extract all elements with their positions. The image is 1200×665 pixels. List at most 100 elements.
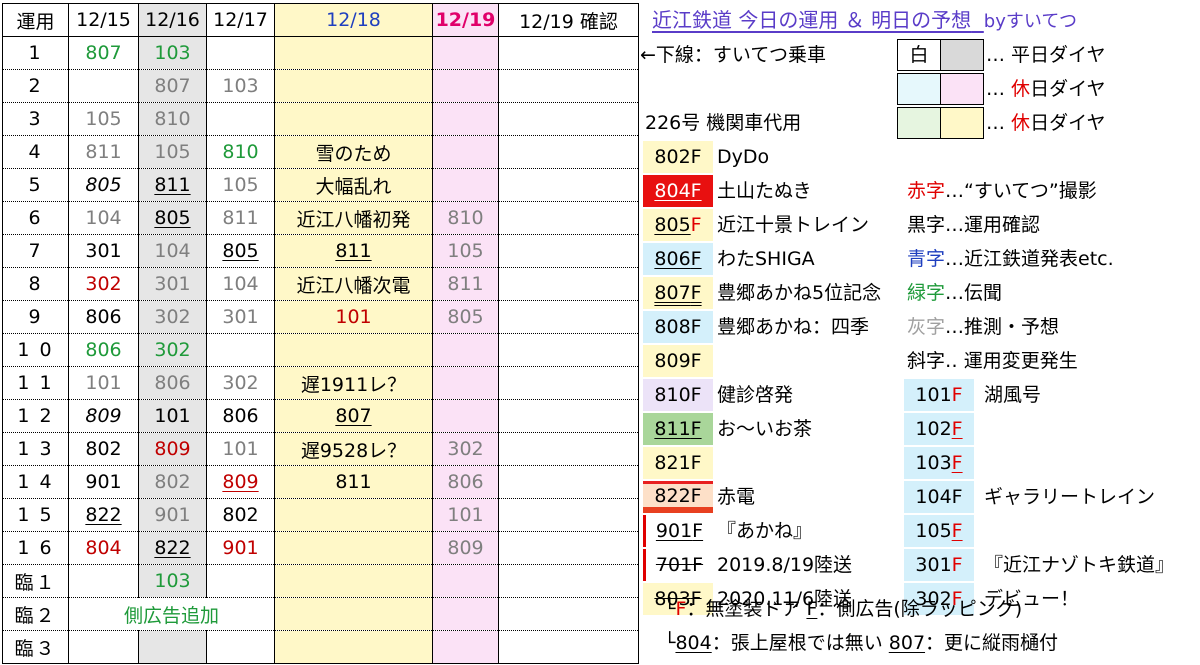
unyo-cell: 1 0 — [2, 333, 69, 367]
car-code: 808F — [643, 311, 713, 343]
cell-d17 — [206, 333, 275, 367]
cell-value: 近江八幡初発 — [296, 208, 411, 231]
schedule-body: 1 807 103 2 807 103 3 105 810 4 811 105 810 雪のため 5 805 8… — [2, 36, 639, 664]
swatch-lightgreen — [897, 107, 941, 139]
foot2-text-a: ：張上屋根では無い — [711, 632, 889, 654]
car-code: 701F — [643, 549, 713, 581]
cell-value: 807 — [335, 405, 372, 427]
cell-value: 806 — [85, 306, 122, 328]
cell-d18 — [274, 333, 433, 367]
span-text: 側広告追加 — [123, 604, 219, 627]
swatch-gray — [940, 39, 984, 71]
cell-d16: 807 — [138, 69, 207, 103]
cell-value: 105 — [222, 174, 259, 196]
cell-d18 — [274, 102, 433, 136]
cell-value: 809 — [85, 405, 122, 427]
car-code: 811F — [643, 413, 713, 445]
cell-d16: 805 — [138, 201, 207, 235]
cell-d17: 901 — [206, 531, 275, 565]
cell-confirm — [498, 399, 639, 433]
car-name: 『近江ナゾトキ鉄道』 — [984, 554, 1175, 576]
cell-value: 802 — [85, 438, 122, 460]
cell-d17: 810 — [206, 135, 275, 169]
cell-value: 807 — [85, 42, 122, 64]
car-name: お～いお茶 — [717, 418, 813, 440]
cell-value: 302 — [447, 438, 484, 460]
legend-title: 近江鉄道 今日の運用 ＆ 明日の予想 byすいてつ — [652, 6, 1077, 36]
car-f: F — [690, 214, 702, 236]
cell-d16: 802 — [138, 465, 207, 499]
cell-value: 807 — [154, 75, 191, 97]
cell-value: 101 — [447, 504, 484, 526]
cell-d17: 811 — [206, 201, 275, 235]
cell-d18: 807 — [274, 399, 433, 433]
cell-d18: 遅1911レ？ — [274, 366, 433, 400]
car-f: F — [690, 146, 702, 168]
schedule-row: 6 104 805 811 近江八幡初発 810 — [2, 201, 639, 235]
cell-d17: 104 — [206, 267, 275, 301]
car-name: 豊郷あかね：四季 — [717, 316, 870, 338]
cell-confirm — [498, 498, 639, 532]
color-meaning-item: 赤字…“すいてつ”撮影 — [907, 175, 1097, 207]
color-label: 黒字 — [907, 214, 946, 236]
schedule-row: 1 807 103 — [2, 36, 639, 70]
cell-d16: 811 — [138, 168, 207, 202]
cell-value: 805 — [85, 174, 122, 196]
cell-d15: 104 — [68, 201, 139, 235]
foot1-red-f: F — [675, 598, 687, 620]
schedule-row: 1 2 809 101 806 807 — [2, 399, 639, 433]
cell-d15: 301 — [68, 234, 139, 268]
footnote-2: └804：張上屋根では無い 807：更に縦雨樋付 — [664, 627, 1058, 659]
cell-confirm — [498, 531, 639, 565]
cell-d18 — [274, 498, 433, 532]
page: 運用 12/15 12/16 12/17 12/18 12/19 12/19 確… — [0, 0, 1200, 665]
cell-d19: 810 — [432, 201, 499, 235]
cell-d19 — [432, 564, 499, 598]
cell-value: 806 — [85, 339, 122, 361]
dia-holiday-1: … 休日ダイヤ — [986, 73, 1106, 105]
schedule-row: 1 4 901 802 809 811 806 — [2, 465, 639, 499]
car-number: 808 — [654, 316, 691, 338]
cell-value: 301 — [222, 306, 259, 328]
car-code: 822F — [643, 481, 713, 513]
cell-d15: 811 — [68, 135, 139, 169]
cell-d15: 806 — [68, 333, 139, 367]
car-number: 103 — [915, 452, 952, 474]
cell-d19: 811 — [432, 267, 499, 301]
swatch-white: 白 — [897, 39, 941, 71]
cell-d16: 810 — [138, 102, 207, 136]
car-number: 102 — [915, 418, 952, 440]
cell-d19 — [432, 597, 499, 631]
car-code: 103F — [904, 447, 974, 479]
header-1219-confirm: 12/19 確認 — [498, 3, 639, 37]
cell-d17: 809 — [206, 465, 275, 499]
cell-d19 — [432, 69, 499, 103]
cell-value: 105 — [447, 240, 484, 262]
cell-value: 104 — [85, 207, 122, 229]
foot1-text-a: ：無塗装ドア — [686, 598, 807, 620]
cell-d17: 105 — [206, 168, 275, 202]
car-code: 102F — [904, 413, 974, 445]
foot2-num-804: 804 — [675, 632, 712, 654]
foot2-text-b: ：更に縦雨樋付 — [925, 632, 1059, 654]
cell-value: 805 — [154, 207, 191, 229]
cell-value: 802 — [154, 471, 191, 493]
car-number: 802 — [654, 146, 691, 168]
cell-d15 — [68, 564, 139, 598]
unyo-cell: 9 — [2, 300, 69, 334]
cell-d17 — [206, 630, 275, 664]
cell-confirm — [498, 564, 639, 598]
color-label: 青字 — [907, 248, 946, 270]
cell-value: 804 — [85, 537, 122, 559]
cell-confirm — [498, 630, 639, 664]
swatch-lightblue — [897, 73, 941, 105]
footnote-1: └F：無塗装ドア F：側広告(除ラッピング) — [664, 593, 1022, 625]
cell-confirm — [498, 69, 639, 103]
cell-value: 近江八幡次電 — [296, 274, 411, 297]
cell-value: 101 — [154, 405, 191, 427]
cell-value: 811 — [335, 240, 372, 262]
cell-d16: 105 — [138, 135, 207, 169]
car-code: 807F — [643, 277, 713, 309]
schedule-row: 8 302 301 104 近江八幡次電 811 — [2, 267, 639, 301]
cell-value: 105 — [85, 108, 122, 130]
